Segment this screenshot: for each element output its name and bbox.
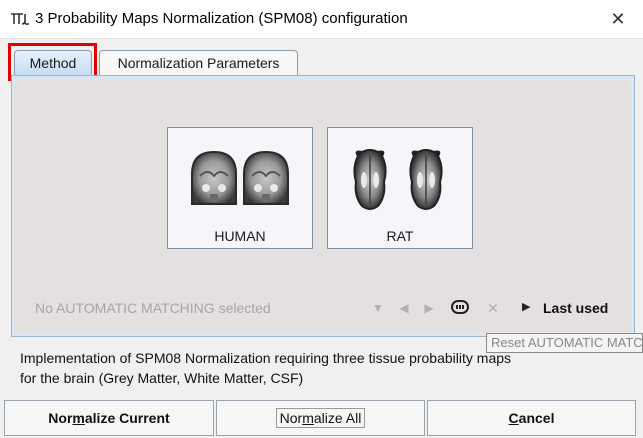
close-icon[interactable]: ✕: [605, 7, 631, 31]
next-arrow-icon[interactable]: ▶: [421, 300, 437, 316]
last-used-arrow-icon: ▶: [522, 301, 531, 313]
reset-matching-tooltip: Reset AUTOMATIC MATCHING: [486, 333, 643, 353]
title-bar: 3 Probability Maps Normalization (SPM08)…: [0, 0, 643, 39]
normalize-all-button[interactable]: Normalize All: [216, 400, 425, 436]
human-brain-icon: [191, 150, 289, 205]
description-line-2: for the brain (Grey Matter, White Matter…: [20, 370, 304, 386]
method-panel-content: [14, 80, 631, 333]
clear-x-icon[interactable]: ✕: [485, 300, 501, 316]
rat-brain-icon: [353, 149, 443, 210]
method-description: Implementation of SPM08 Normalization re…: [20, 348, 540, 388]
human-template-button[interactable]: HUMAN: [167, 127, 313, 249]
normalize-current-button[interactable]: Normalize Current: [4, 400, 214, 436]
dropdown-arrow-icon[interactable]: ▼: [370, 300, 386, 316]
previous-arrow-icon[interactable]: ◀: [396, 300, 412, 316]
reset-matching-icon[interactable]: [450, 298, 470, 316]
rat-label: RAT: [386, 228, 414, 244]
pmod-logo-icon: [10, 11, 30, 27]
tab-normalization-parameters[interactable]: Normalization Parameters: [99, 50, 298, 76]
automatic-matching-status: No AUTOMATIC MATCHING selected: [35, 300, 271, 316]
focus-frame: Normalize All: [275, 408, 366, 428]
human-label: HUMAN: [214, 228, 266, 244]
rat-template-button[interactable]: RAT: [327, 127, 473, 249]
last-used-label[interactable]: Last used: [543, 300, 608, 316]
description-line-1: Implementation of SPM08 Normalization re…: [20, 350, 512, 366]
window-title: 3 Probability Maps Normalization (SPM08)…: [35, 10, 408, 27]
cancel-button[interactable]: Cancel: [427, 400, 636, 436]
